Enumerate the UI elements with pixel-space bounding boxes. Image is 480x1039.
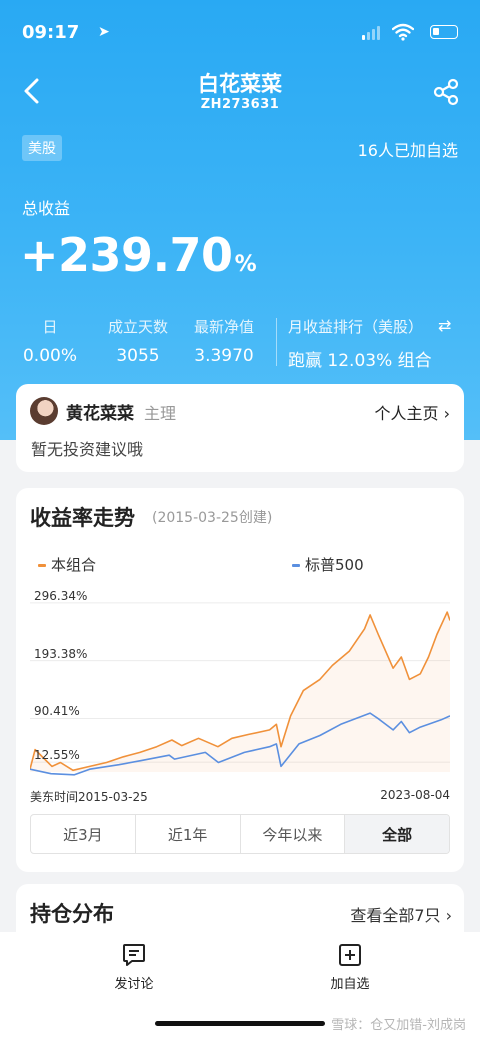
tab-3-months[interactable]: 近3月 <box>31 815 136 853</box>
return-chart[interactable]: 296.34% 193.38% 90.41% 12.55% <box>30 576 450 776</box>
holdings-title: 持仓分布 <box>30 902 114 926</box>
stats-divider <box>276 318 277 366</box>
portfolio-code: ZH273631 <box>200 97 280 112</box>
battery-icon <box>430 25 458 39</box>
manager-advice: 暂无投资建议哦 <box>31 440 144 459</box>
chart-svg <box>30 602 450 776</box>
comment-icon <box>123 944 145 966</box>
monthly-rank[interactable]: 月收益排行（美股） ⇄ 跑赢 12.03% 组合 <box>288 316 451 371</box>
status-time: 09:17 <box>22 22 80 43</box>
x-start-label: 美东时间2015-03-25 <box>30 790 148 804</box>
tab-1-year[interactable]: 近1年 <box>136 815 241 853</box>
legend-benchmark: 标普500 <box>292 554 364 575</box>
stat-latest-nav: 最新净值 3.3970 <box>193 318 254 366</box>
legend-portfolio: 本组合 <box>38 554 96 575</box>
total-return-label: 总收益 <box>22 199 71 218</box>
market-tag: 美股 <box>22 135 62 161</box>
return-trend-card: 收益率走势 (2015-03-25创建) 本组合 标普500 296.34% 19… <box>16 488 464 872</box>
manager-name[interactable]: 黄花菜菜 <box>66 399 134 424</box>
y-tick-label: 12.55% <box>34 748 80 763</box>
stat-days-established: 成立天数 3055 <box>107 318 168 366</box>
share-icon[interactable] <box>432 78 460 106</box>
followers-count: 16人已加自选 <box>357 141 458 160</box>
tab-all[interactable]: 全部 <box>345 815 449 853</box>
y-tick-label: 296.34% <box>34 588 88 603</box>
portfolio-title: 白花菜菜 <box>198 72 282 96</box>
watermark: 雪球：仓又加错-刘成岗 <box>331 1018 466 1033</box>
period-tabs: 近3月 近1年 今年以来 全部 <box>30 814 450 854</box>
avatar[interactable] <box>30 397 58 425</box>
monthly-rank-label: 月收益排行（美股） <box>288 318 424 336</box>
profile-link[interactable]: 个人主页 › <box>375 400 451 424</box>
stat-day: 日 0.00% <box>22 318 77 366</box>
view-all-holdings-link[interactable]: 查看全部7只 › <box>350 902 452 926</box>
wifi-icon <box>392 23 414 41</box>
manager-card[interactable]: 黄花菜菜 主理 个人主页 › 暂无投资建议哦 <box>16 384 464 472</box>
status-bar: 09:17 ➤ <box>22 20 458 50</box>
legend-benchmark-swatch <box>292 564 300 567</box>
location-arrow-icon: ➤ <box>98 24 110 40</box>
nav-bar: 白花菜菜 ZH273631 <box>0 66 480 116</box>
total-return-value: +239.70% <box>20 228 257 282</box>
discuss-button[interactable]: 发讨论 <box>84 942 184 992</box>
portfolio-area <box>30 612 450 772</box>
y-tick-label: 193.38% <box>34 646 88 661</box>
tab-ytd[interactable]: 今年以来 <box>241 815 346 853</box>
y-tick-label: 90.41% <box>34 704 80 719</box>
swap-icon[interactable]: ⇄ <box>438 316 451 335</box>
add-square-icon <box>339 944 361 966</box>
add-watchlist-button[interactable]: 加自选 <box>300 942 400 992</box>
monthly-rank-value: 跑赢 12.03% 组合 <box>288 351 432 371</box>
signal-icon <box>362 26 380 40</box>
x-end-label: 2023-08-04 <box>380 788 450 802</box>
legend-portfolio-swatch <box>38 564 46 567</box>
home-indicator <box>155 1021 325 1026</box>
manager-role: 主理 <box>144 404 177 423</box>
percent-sign: % <box>234 252 257 277</box>
created-date: (2015-03-25创建) <box>152 510 273 526</box>
trend-title: 收益率走势 <box>30 506 135 530</box>
